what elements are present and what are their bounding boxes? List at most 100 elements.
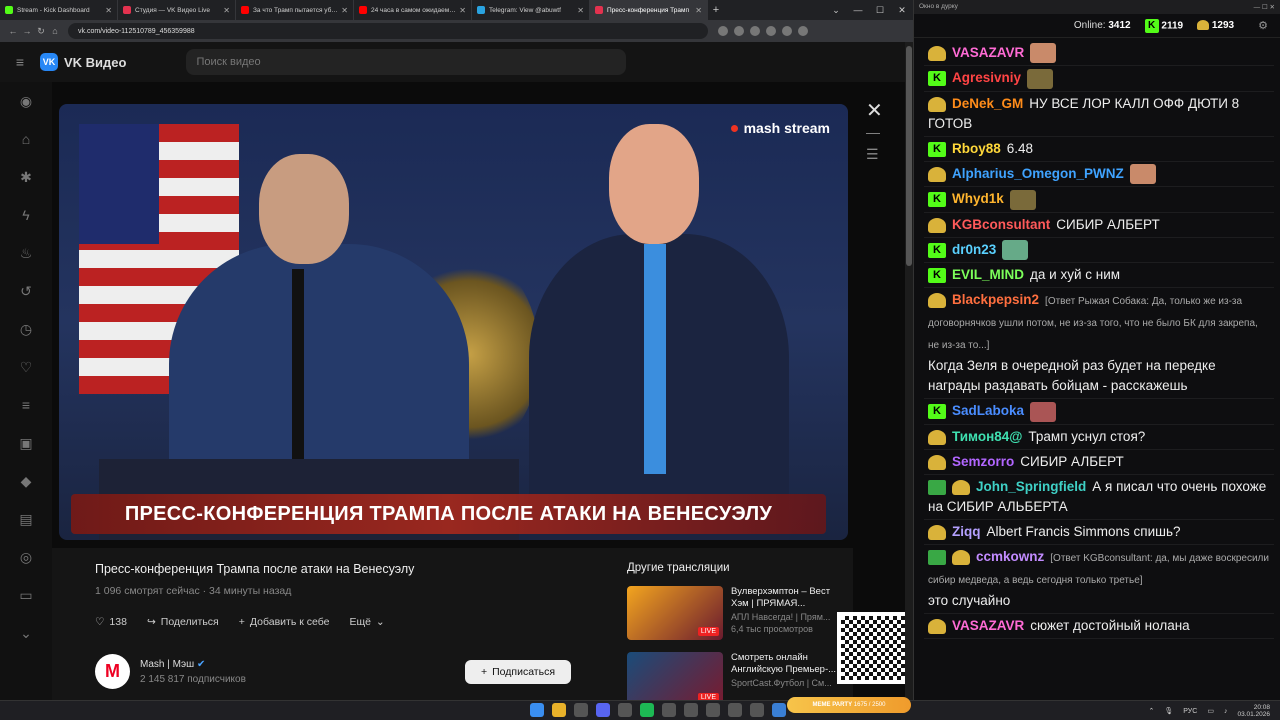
library-icon[interactable]: ▤: [0, 500, 52, 538]
windows-start-icon[interactable]: [530, 703, 544, 717]
new-tab-button[interactable]: +: [708, 0, 724, 20]
chat-username[interactable]: Alpharius_Omegon_PWNZ: [952, 166, 1124, 181]
channels-icon[interactable]: ▣: [0, 424, 52, 462]
menu-icon[interactable]: ≡: [0, 54, 40, 70]
tab-youtube-1[interactable]: За что Трамп пытается убить ✕: [236, 0, 354, 20]
liked-icon[interactable]: ♡: [0, 348, 52, 386]
app-icon[interactable]: [618, 703, 632, 717]
tab-vk-studio[interactable]: Студия — VK Видео Live ✕: [118, 0, 236, 20]
discord-icon[interactable]: [596, 703, 610, 717]
spotify-icon[interactable]: [640, 703, 654, 717]
app-icon[interactable]: [706, 703, 720, 717]
tray-chevron-icon[interactable]: ⌃: [1149, 707, 1155, 715]
settings-icon[interactable]: ⚙: [1258, 19, 1268, 32]
chat-username[interactable]: VASAZAVR: [952, 618, 1024, 633]
tab-search-icon[interactable]: ⌄: [825, 0, 847, 20]
related-thumbnail[interactable]: LIVE: [627, 652, 723, 706]
chat-username[interactable]: EVIL_MIND: [952, 267, 1024, 282]
chat-username[interactable]: DeNek_GM: [952, 96, 1023, 111]
discover-icon[interactable]: ✱: [0, 158, 52, 196]
channel-avatar[interactable]: M: [95, 654, 130, 689]
window-buttons[interactable]: — ☐ ✕: [1254, 3, 1275, 11]
subscriptions-icon[interactable]: ♨: [0, 234, 52, 272]
network-icon[interactable]: ▭: [1207, 707, 1214, 715]
more-icon[interactable]: ⌄: [0, 614, 52, 652]
home-icon[interactable]: ⌂: [48, 26, 62, 36]
chrome-icon[interactable]: [552, 703, 566, 717]
close-icon[interactable]: ✕: [223, 6, 230, 15]
chat-username[interactable]: Agresivniy: [952, 70, 1021, 85]
chat-username[interactable]: ccmkownz: [976, 549, 1044, 564]
vk-icon[interactable]: ◆: [0, 462, 52, 500]
extension-icon[interactable]: [766, 26, 776, 36]
home-icon[interactable]: ⌂: [0, 120, 52, 158]
language-indicator[interactable]: РУС: [1183, 708, 1197, 715]
search-input[interactable]: Поиск видео: [186, 49, 627, 75]
tab-kick[interactable]: Stream - Kick Dashboard ✕: [0, 0, 118, 20]
chat-username[interactable]: Ziqq: [952, 524, 981, 539]
vk-logo[interactable]: VK VK Видео: [40, 53, 126, 71]
minimize-icon[interactable]: —: [847, 0, 869, 20]
shorts-icon[interactable]: ϟ: [0, 196, 52, 234]
close-icon[interactable]: ✕: [341, 6, 348, 15]
chat-username[interactable]: dr0n23: [952, 242, 996, 257]
page-scrollbar[interactable]: [905, 42, 913, 700]
related-title[interactable]: Вулверхэмптон – Вест Хэм | ПРЯМАЯ...: [731, 586, 847, 610]
chat-username[interactable]: KGBconsultant: [952, 217, 1050, 232]
close-player-icon[interactable]: ✕: [866, 98, 883, 123]
forward-icon[interactable]: →: [20, 26, 34, 36]
studio-icon[interactable]: ◎: [0, 538, 52, 576]
chat-username[interactable]: Blackpepsin2: [952, 292, 1039, 307]
chat-username[interactable]: Тимон84@: [952, 429, 1022, 444]
subscribe-button[interactable]: + Подписаться: [465, 660, 571, 684]
clock[interactable]: 20:08 03.01.2026: [1237, 704, 1270, 718]
tab-press-conference[interactable]: Пресс-конференция Трамп ✕: [590, 0, 708, 20]
chat-username[interactable]: SadLaboka: [952, 403, 1024, 418]
related-title[interactable]: Смотреть онлайн Английскую Премьер-...: [731, 652, 847, 676]
extension-icon[interactable]: [750, 26, 760, 36]
tab-telegram[interactable]: Telegram: View @abuwtf ✕: [472, 0, 590, 20]
chat-username[interactable]: Whyd1k: [952, 191, 1004, 206]
downloads-icon[interactable]: [782, 26, 792, 36]
close-icon[interactable]: ✕: [695, 6, 702, 15]
channel-block[interactable]: M Mash | Мэш ✔ 2 145 817 подписчиков: [95, 654, 246, 689]
bookmark-icon[interactable]: [734, 26, 744, 36]
history-icon[interactable]: ↺: [0, 272, 52, 310]
close-icon[interactable]: ✕: [105, 6, 112, 15]
tv-icon[interactable]: ▭: [0, 576, 52, 614]
minimize-player-icon[interactable]: —: [866, 124, 880, 140]
app-icon[interactable]: [684, 703, 698, 717]
app-icon[interactable]: [574, 703, 588, 717]
channel-name[interactable]: Mash | Мэш: [140, 659, 194, 670]
like-button[interactable]: ♡ 138: [95, 616, 127, 628]
watch-later-icon[interactable]: ◷: [0, 310, 52, 348]
chat-username[interactable]: VASAZAVR: [952, 45, 1024, 60]
url-field[interactable]: vk.com/video-112510789_456359988: [68, 23, 708, 39]
add-button[interactable]: + Добавить к себе: [239, 616, 330, 628]
related-thumbnail[interactable]: LIVE: [627, 586, 723, 640]
close-icon[interactable]: ✕: [577, 6, 584, 15]
app-icon[interactable]: [728, 703, 742, 717]
zoom-icon[interactable]: [718, 26, 728, 36]
app-icon[interactable]: [662, 703, 676, 717]
back-icon[interactable]: ←: [6, 26, 20, 36]
tab-youtube-2[interactable]: 24 часа в самом ожидаемом ✕: [354, 0, 472, 20]
reload-icon[interactable]: ↻: [34, 26, 48, 37]
chat-username[interactable]: John_Springfield: [976, 479, 1086, 494]
more-button[interactable]: Ещё ⌄: [349, 616, 384, 628]
app-icon[interactable]: [750, 703, 764, 717]
volume-icon[interactable]: ♪: [1224, 708, 1228, 715]
maximize-icon[interactable]: ☐: [869, 0, 891, 20]
chat-username[interactable]: Semzorro: [952, 454, 1014, 469]
playlist-icon[interactable]: ☰: [866, 146, 879, 163]
live-icon[interactable]: ◉: [0, 82, 52, 120]
related-item[interactable]: LIVE Вулверхэмптон – Вест Хэм | ПРЯМАЯ..…: [627, 586, 847, 640]
close-window-icon[interactable]: ✕: [891, 0, 913, 20]
mic-icon[interactable]: 🎙: [1164, 707, 1173, 715]
app-icon[interactable]: [772, 703, 786, 717]
chat-username[interactable]: Rboy88: [952, 141, 1001, 156]
profile-icon[interactable]: [798, 26, 808, 36]
close-icon[interactable]: ✕: [459, 6, 466, 15]
playlists-icon[interactable]: ≡: [0, 386, 52, 424]
video-player[interactable]: mash stream ПРЕСС-КОНФЕРЕНЦИЯ ТРАМПА ПОС…: [59, 104, 848, 540]
